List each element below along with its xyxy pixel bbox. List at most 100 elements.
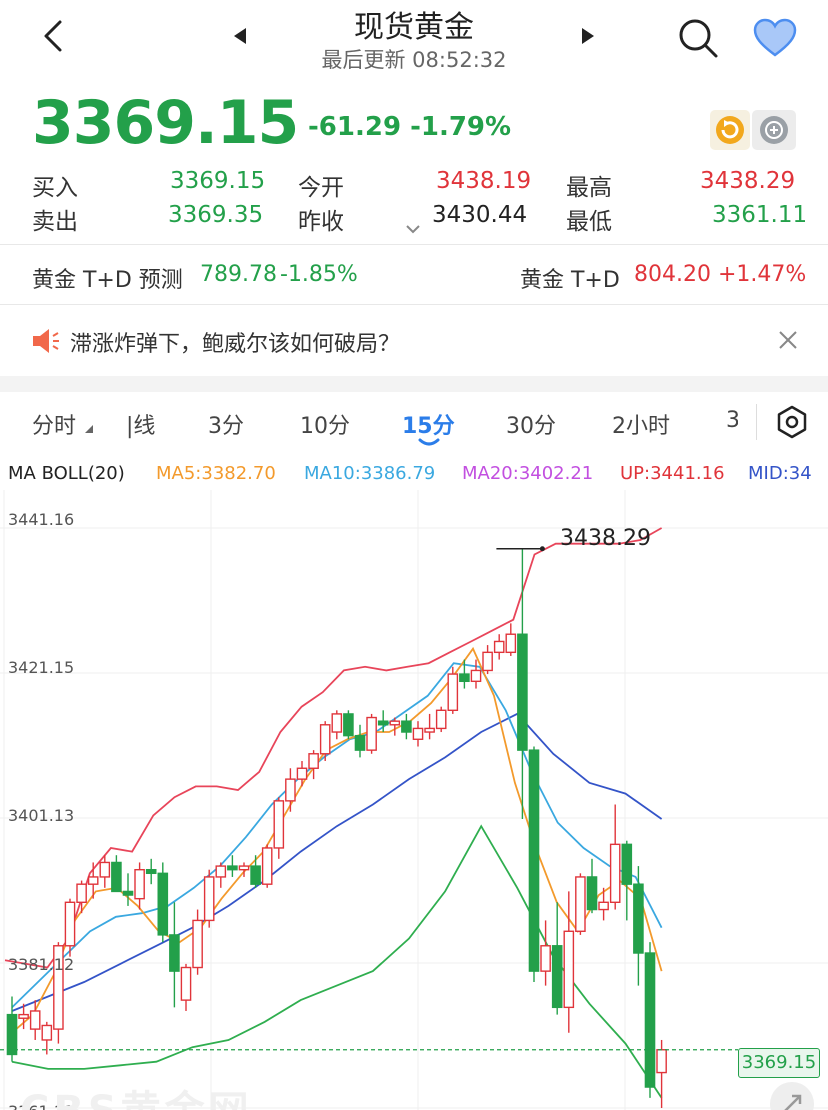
- expand-arrow-icon: [784, 1094, 802, 1110]
- related-left-change: -1.85%: [280, 262, 358, 287]
- fullscreen-button[interactable]: [770, 1082, 814, 1110]
- boll-mid-value: MID:34: [748, 463, 812, 484]
- candle-up: [41, 1024, 53, 1041]
- boll-up-value: UP:3441.16: [620, 463, 725, 484]
- candle-up: [563, 930, 575, 1009]
- candle-up: [238, 865, 250, 871]
- prev-close-value: 3430.44: [432, 202, 528, 228]
- close-icon[interactable]: [776, 328, 800, 352]
- candle-up: [203, 876, 215, 922]
- tab-kline[interactable]: |线: [126, 408, 155, 440]
- last-updated-time: 最后更新 08:52:32: [321, 48, 507, 72]
- candle-up: [285, 778, 296, 802]
- open-value: 3438.19: [436, 168, 532, 194]
- candle-down: [644, 952, 656, 1088]
- candle-up: [308, 753, 319, 769]
- divider: [756, 404, 757, 440]
- candle-up: [540, 945, 551, 972]
- tab-3min[interactable]: 3分: [208, 408, 244, 440]
- candle-up: [598, 901, 609, 911]
- high-value: 3438.29: [700, 168, 796, 194]
- indicator-name[interactable]: MA BOLL(20): [8, 463, 125, 484]
- last-price-tag: 3369.15: [738, 1048, 820, 1078]
- news-headline[interactable]: 滞涨炸弹下，鲍威尔该如何破局？: [70, 326, 400, 358]
- candle-down: [250, 865, 261, 885]
- active-tab-indicator: [418, 438, 440, 446]
- related-left-price: 789.78: [200, 262, 277, 287]
- candle-up: [447, 673, 459, 711]
- related-right-name[interactable]: 黄金 T+D: [520, 262, 620, 294]
- low-value: 3361.11: [712, 202, 808, 228]
- candle-up: [261, 847, 273, 885]
- candle-up: [319, 724, 331, 755]
- candle-up: [273, 800, 285, 849]
- divider: [0, 304, 828, 305]
- speaker-icon: [33, 329, 59, 353]
- candle-up: [87, 876, 99, 885]
- prev-instrument-icon[interactable]: [232, 27, 248, 45]
- prev-close-label: 昨收: [298, 209, 344, 235]
- chart-canvas: [0, 490, 828, 1110]
- candle-up: [192, 919, 203, 969]
- open-label: 今开: [298, 175, 344, 201]
- expand-chevron-icon[interactable]: [402, 222, 424, 236]
- candle-up: [76, 883, 87, 904]
- y-tick-label: 3381.12: [8, 955, 75, 974]
- candle-up: [215, 865, 227, 878]
- candlestick-chart[interactable]: 3441.16 3421.15 3401.13 3381.12 3361.11 …: [0, 490, 828, 1110]
- candle-up: [493, 640, 505, 654]
- refresh-toggle-button[interactable]: [710, 110, 750, 150]
- candle-down: [227, 865, 238, 871]
- candle-up: [29, 1010, 41, 1030]
- high-label: 最高: [566, 175, 612, 201]
- candle-down: [633, 883, 644, 954]
- candle-up: [482, 651, 493, 672]
- y-tick-label: 3401.13: [8, 806, 75, 825]
- calculator-icon: [760, 116, 788, 144]
- tab-timeshare[interactable]: 分时: [32, 408, 76, 440]
- favorite-heart-icon[interactable]: [752, 18, 798, 58]
- ma10-value: MA10:3386.79: [304, 463, 436, 484]
- candle-up: [134, 868, 145, 900]
- candle-down: [122, 890, 134, 896]
- divider: [0, 244, 828, 245]
- candle-down: [551, 945, 563, 1009]
- top-nav-bar: 现货黄金 最后更新 08:52:32: [0, 0, 828, 84]
- candle-up: [505, 633, 517, 654]
- page-title: 现货黄金: [354, 10, 474, 45]
- candle-up: [424, 727, 435, 733]
- refresh-icon: [716, 116, 744, 144]
- tab-30min[interactable]: 30分: [506, 408, 556, 440]
- candle-down: [528, 749, 540, 972]
- ma5-value: MA5:3382.70: [156, 463, 276, 484]
- related-left-name[interactable]: 黄金 T+D 预测: [32, 262, 183, 294]
- current-price: 3369.15: [32, 88, 299, 158]
- candle-down: [459, 673, 470, 683]
- candle-up: [296, 767, 308, 780]
- price-change: -61.29 -1.79%: [308, 112, 512, 142]
- related-right-change: +1.47%: [718, 262, 807, 287]
- candle-up: [575, 876, 586, 932]
- watermark: CBS黄金网: [20, 1078, 253, 1110]
- candle-down: [157, 872, 169, 936]
- tab-15min[interactable]: 15分: [402, 408, 455, 440]
- candle-up: [366, 716, 377, 751]
- tab-2hour[interactable]: 2小时: [612, 408, 670, 440]
- search-icon[interactable]: [676, 16, 720, 60]
- candle-up: [470, 669, 482, 683]
- next-instrument-icon[interactable]: [580, 27, 596, 45]
- candle-down: [145, 868, 157, 875]
- tab-10min[interactable]: 10分: [300, 408, 350, 440]
- candle-up: [64, 901, 76, 947]
- section-gap: [0, 376, 828, 392]
- ma20-value: MA20:3402.21: [462, 463, 594, 484]
- tab-more[interactable]: 3: [726, 408, 738, 433]
- candle-up: [99, 861, 111, 878]
- candle-down: [111, 861, 122, 893]
- calculator-button[interactable]: [752, 110, 796, 150]
- back-icon[interactable]: [38, 16, 70, 56]
- settings-gear-icon[interactable]: [774, 404, 810, 440]
- candle-down: [586, 876, 598, 911]
- candle-up: [331, 713, 343, 733]
- candle-down: [6, 1013, 18, 1056]
